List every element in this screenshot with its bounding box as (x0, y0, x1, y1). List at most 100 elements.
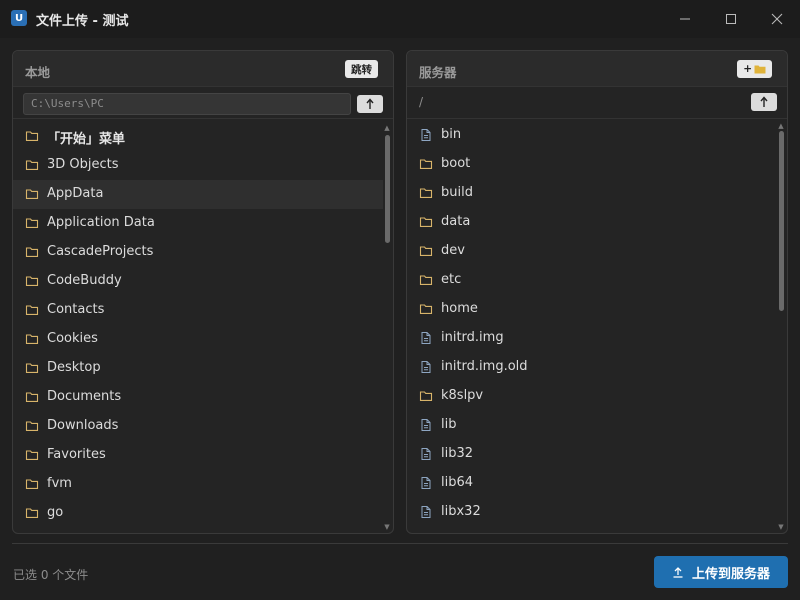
local-item-name: CodeBuddy (47, 273, 122, 288)
server-list-item[interactable]: data (407, 208, 777, 237)
local-list-item[interactable]: Cookies (13, 325, 383, 354)
server-item-name: home (441, 301, 478, 316)
folder-icon (25, 276, 39, 286)
folder-icon (25, 363, 39, 373)
folder-icon (419, 275, 433, 285)
server-list-item[interactable]: initrd.img (407, 324, 777, 353)
file-icon (421, 129, 431, 141)
local-item-name: Desktop (47, 360, 101, 375)
server-scrollbar-thumb[interactable] (779, 131, 784, 311)
folder-icon (25, 305, 39, 315)
server-item-name: lib64 (441, 475, 474, 490)
server-file-list[interactable]: bin boot build data dev etc home initrd.img init… (407, 121, 787, 533)
local-scroll-up-arrow[interactable]: ▲ (383, 124, 391, 132)
local-scroll-down-arrow[interactable]: ▼ (383, 523, 391, 531)
server-item-name: build (441, 185, 473, 200)
folder-icon (419, 391, 433, 401)
server-list-item[interactable]: bin (407, 121, 777, 150)
local-list-item[interactable]: go (13, 499, 383, 528)
folder-icon (419, 188, 433, 198)
server-item-name: dev (441, 243, 465, 258)
server-list-item[interactable]: initrd.img.old (407, 353, 777, 382)
local-list-item[interactable]: fvm (13, 470, 383, 499)
local-item-name: fvm (47, 476, 72, 491)
window-title: 文件上传 - 测试 (36, 14, 129, 29)
local-list-item[interactable]: CascadeProjects (13, 238, 383, 267)
local-list-item[interactable]: Desktop (13, 354, 383, 383)
selection-status: 已选 0 个文件 (13, 568, 89, 582)
file-icon (421, 332, 431, 344)
server-item-name: lib32 (441, 446, 474, 461)
server-list-item[interactable]: lib64 (407, 469, 777, 498)
server-list-item[interactable]: etc (407, 266, 777, 295)
maximize-button[interactable] (708, 0, 754, 38)
local-list-item[interactable]: Application Data (13, 209, 383, 238)
arrow-up-icon (366, 98, 374, 109)
local-path-input[interactable]: C:\Users\PC (23, 93, 351, 115)
local-list-item[interactable]: Favorites (13, 441, 383, 470)
local-scrollbar-thumb[interactable] (385, 135, 390, 243)
server-panel: 服务器 + / bin boot build data dev etc home initrd… (406, 50, 788, 534)
local-parent-button[interactable] (357, 95, 383, 113)
local-panel-title: 本地 (25, 65, 51, 80)
close-button[interactable] (754, 0, 800, 38)
server-list-item[interactable]: libx32 (407, 498, 777, 527)
local-item-name: Favorites (47, 447, 106, 462)
minimize-button[interactable] (662, 0, 708, 38)
server-list-item[interactable]: home (407, 295, 777, 324)
file-icon (421, 448, 431, 460)
folder-icon (419, 159, 433, 169)
local-item-name: Contacts (47, 302, 105, 317)
server-parent-button[interactable] (751, 93, 777, 111)
upload-button-label: 上传到服务器 (691, 566, 770, 582)
arrow-up-icon (760, 96, 768, 107)
local-list-item[interactable]: Documents (13, 383, 383, 412)
server-item-name: boot (441, 156, 471, 171)
server-item-name: libx32 (441, 504, 481, 519)
server-item-name: k8slpv (441, 388, 484, 403)
file-icon (421, 477, 431, 489)
folder-icon (25, 131, 39, 141)
upload-button[interactable]: 上传到服务器 (654, 556, 788, 588)
server-list-item[interactable]: build (407, 179, 777, 208)
local-list-item[interactable]: 「开始」菜单 (13, 122, 383, 151)
folder-icon (25, 508, 39, 518)
server-list-item[interactable]: lib (407, 411, 777, 440)
local-list-item[interactable]: 3D Objects (13, 151, 383, 180)
folder-icon (25, 392, 39, 402)
local-item-name: AppData (47, 186, 104, 201)
local-list-item[interactable]: Contacts (13, 296, 383, 325)
local-list-item[interactable]: AppData (13, 180, 383, 209)
local-list-item[interactable]: CodeBuddy (13, 267, 383, 296)
folder-icon (25, 247, 39, 257)
local-item-name: go (47, 505, 64, 520)
upload-icon (673, 567, 683, 578)
server-item-name: initrd.img.old (441, 359, 528, 374)
local-item-name: Downloads (47, 418, 119, 433)
server-scroll-down-arrow[interactable]: ▼ (777, 523, 785, 531)
local-item-name: CascadeProjects (47, 244, 154, 259)
server-scroll-up-arrow[interactable]: ▲ (777, 122, 785, 130)
folder-icon (25, 479, 39, 489)
folder-icon (25, 218, 39, 228)
folder-icon (419, 304, 433, 314)
local-file-list[interactable]: 「开始」菜单 3D Objects AppData Application Data C… (13, 122, 393, 533)
server-list-item[interactable]: lib32 (407, 440, 777, 469)
server-path[interactable]: / (419, 95, 423, 109)
local-list-item[interactable]: Downloads (13, 412, 383, 441)
jump-button[interactable]: 跳转 (345, 60, 378, 78)
server-list-item[interactable]: boot (407, 150, 777, 179)
folder-icon (25, 421, 39, 431)
local-item-name: 「开始」菜单 (47, 132, 126, 147)
local-panel: 本地 跳转 C:\Users\PC 「开始」菜单 3D Objects AppDat… (12, 50, 394, 534)
folder-icon (754, 65, 766, 74)
local-path-row: C:\Users\PC (13, 87, 393, 119)
title-bar: U 文件上传 - 测试 (0, 0, 800, 38)
server-list-item[interactable]: k8slpv (407, 382, 777, 411)
new-folder-button[interactable]: + (737, 60, 772, 78)
folder-icon (419, 217, 433, 227)
server-item-name: initrd.img (441, 330, 504, 345)
local-item-name: Application Data (47, 215, 155, 230)
file-icon (421, 506, 431, 518)
server-list-item[interactable]: dev (407, 237, 777, 266)
